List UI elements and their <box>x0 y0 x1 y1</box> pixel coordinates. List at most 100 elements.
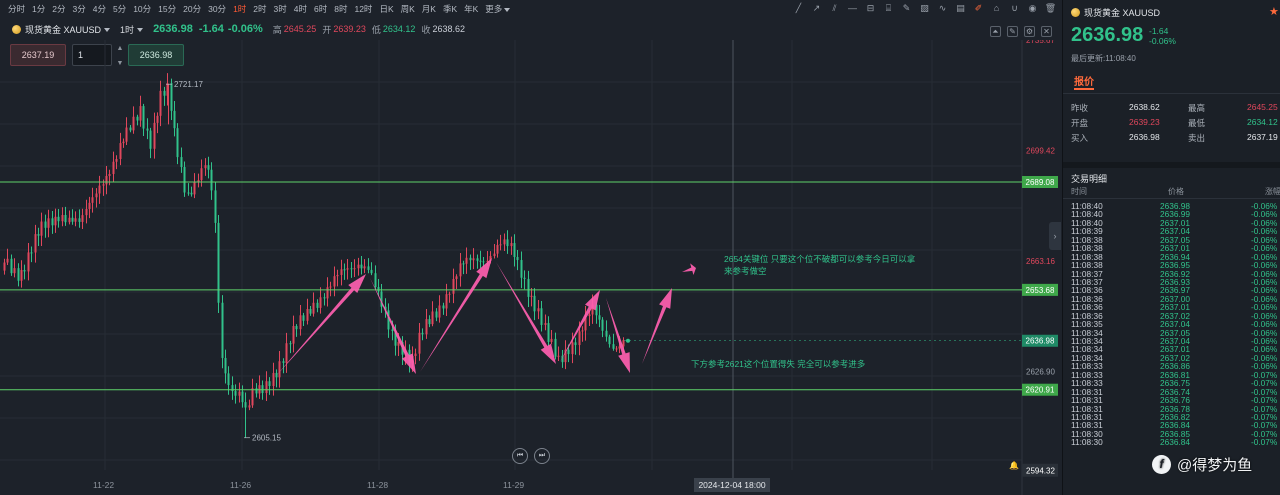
candle-body <box>506 239 509 247</box>
chart-navigation: ⏮ ⏭ <box>512 448 550 464</box>
price-axis-label: 2594.32 <box>1026 467 1055 476</box>
quote-label: 最低 <box>1188 118 1206 128</box>
candle-body <box>295 326 298 330</box>
candle-body <box>156 115 159 123</box>
tab-quote[interactable]: 报价 <box>1074 73 1094 88</box>
candle-body <box>98 185 101 194</box>
candlestick-plot[interactable]: 2689.08 2653.68 2620.91 2735.67 2699.42 2663.… <box>0 40 1062 495</box>
eye-icon[interactable]: ◉ <box>1027 3 1038 14</box>
timeframe-19[interactable]: 月K <box>422 3 436 15</box>
candle-body <box>425 319 428 335</box>
timeframe-17[interactable]: 日K <box>379 3 393 15</box>
trend-line-icon[interactable]: ╱ <box>793 3 804 14</box>
price-change: -1.64 <box>198 23 224 35</box>
timeframe-4[interactable]: 4分 <box>93 3 106 15</box>
favorite-star-icon[interactable]: ★ <box>1269 5 1279 18</box>
timeframe-20[interactable]: 季K <box>443 3 457 15</box>
panel-toggle-button[interactable]: › <box>1049 222 1061 250</box>
chart-type-icon[interactable]: ⏶ <box>990 26 1001 37</box>
timeframe-0[interactable]: 分时 <box>8 3 25 15</box>
annotation-upper: 来参考做空 <box>724 266 767 276</box>
candle-body <box>567 349 570 355</box>
quote-label: 昨收 <box>1071 103 1089 113</box>
candle-body <box>238 391 241 396</box>
brush-icon[interactable]: ✎ <box>901 3 912 14</box>
candle-body <box>292 326 295 344</box>
quote-row: 开盘 2639.23 最低 2634.12 <box>1071 117 1280 129</box>
wave-icon[interactable]: ∿ <box>937 3 948 14</box>
timeframe-18[interactable]: 周K <box>401 3 415 15</box>
candle-body <box>122 141 125 144</box>
lock-icon[interactable]: ⌂ <box>991 3 1002 14</box>
timeframe-9[interactable]: 30分 <box>208 3 226 15</box>
candle-body <box>176 128 179 158</box>
timeframe-5[interactable]: 5分 <box>113 3 126 15</box>
alert-bell-icon[interactable]: 🔔 <box>1009 461 1019 471</box>
candle-body <box>353 268 356 270</box>
candle-body <box>363 266 366 269</box>
timeframe-2[interactable]: 2分 <box>52 3 65 15</box>
symbol-selector[interactable]: 现货黄金 XAUUSD <box>25 23 110 36</box>
indicator-icon[interactable]: ▤ <box>955 3 966 14</box>
close-icon[interactable]: ✕ <box>1041 26 1052 37</box>
parallel-channel-icon[interactable]: ⫽ <box>829 3 840 14</box>
candle-body <box>95 193 98 198</box>
interval-selector[interactable]: 1时 <box>120 23 143 36</box>
candle-body <box>125 127 128 142</box>
image-icon[interactable]: ▨ <box>919 3 930 14</box>
candle-body <box>414 353 417 356</box>
timeframe-11[interactable]: 2时 <box>253 3 266 15</box>
timeframe-3[interactable]: 3分 <box>72 3 85 15</box>
price-range-icon[interactable]: ⊟ <box>865 3 876 14</box>
candle-body <box>71 217 74 222</box>
timeframe-8[interactable]: 20分 <box>183 3 201 15</box>
horizontal-line-icon[interactable]: — <box>847 3 858 14</box>
annotation-upper: 2654关键位 只要这个位不破都可以参考今日可以拿 <box>724 254 916 264</box>
candle-body <box>612 344 615 349</box>
timeframe-10[interactable]: 1时 <box>233 3 246 15</box>
candle-body <box>68 217 71 223</box>
candle-body <box>459 263 462 277</box>
candle-body <box>163 90 166 96</box>
timeframe-6[interactable]: 10分 <box>133 3 151 15</box>
candle-body <box>302 315 305 321</box>
scroll-forward-button[interactable]: ⏭ <box>534 448 550 464</box>
candle-body <box>255 388 258 394</box>
quote-row: 昨收 2638.62 最高 2645.25 <box>1071 102 1280 114</box>
edit-icon[interactable]: ✐ <box>973 3 984 14</box>
price-axis-label: 2699.42 <box>1026 146 1055 155</box>
timeframe-14[interactable]: 6时 <box>314 3 327 15</box>
measure-icon[interactable]: ⌸ <box>883 3 894 14</box>
timeframe-1[interactable]: 1分 <box>32 3 45 15</box>
chart-area[interactable]: 分时 1分 2分 3分 4分 5分 10分 15分 20分 30分 1时 2时 3时 4时 6时 8时 12时日… <box>0 0 1062 495</box>
ray-icon[interactable]: ↗ <box>811 3 822 14</box>
candle-body <box>54 216 57 226</box>
magnet-icon[interactable]: ∪ <box>1009 3 1020 14</box>
scroll-back-button[interactable]: ⏮ <box>512 448 528 464</box>
divider <box>1063 93 1280 94</box>
open-value: 2639.23 <box>333 24 366 34</box>
candle-body <box>350 268 353 270</box>
draw-toggle-icon[interactable]: ✎ <box>1007 26 1018 37</box>
price-change-pct: -0.06% <box>227 23 263 35</box>
trade-row: 11:08:30 2636.84 -0.07% <box>1071 438 1280 447</box>
timeframe-21[interactable]: 年K <box>464 3 478 15</box>
timeframe-15[interactable]: 8时 <box>334 3 347 15</box>
last-update-time: 最后更新:11:08:40 <box>1071 54 1136 63</box>
candle-body <box>102 184 105 186</box>
candle-body <box>30 252 33 254</box>
candle-body <box>105 175 108 185</box>
timeframe-13[interactable]: 4时 <box>294 3 307 15</box>
candle-body <box>180 157 183 168</box>
timeframe-16[interactable]: 12时 <box>354 3 372 15</box>
timeframe-more-button[interactable]: 更多 <box>485 3 510 15</box>
candle-body <box>499 244 502 246</box>
timeframe-7[interactable]: 15分 <box>158 3 176 15</box>
candle-body <box>112 161 115 175</box>
timeframe-12[interactable]: 3时 <box>274 3 287 15</box>
candle-body <box>91 197 94 203</box>
x-tick-label: 11-26 <box>230 480 252 490</box>
candle-body <box>241 391 244 403</box>
trash-icon[interactable]: 🗑 <box>1045 3 1056 14</box>
settings-icon[interactable]: ⚙ <box>1024 26 1035 37</box>
